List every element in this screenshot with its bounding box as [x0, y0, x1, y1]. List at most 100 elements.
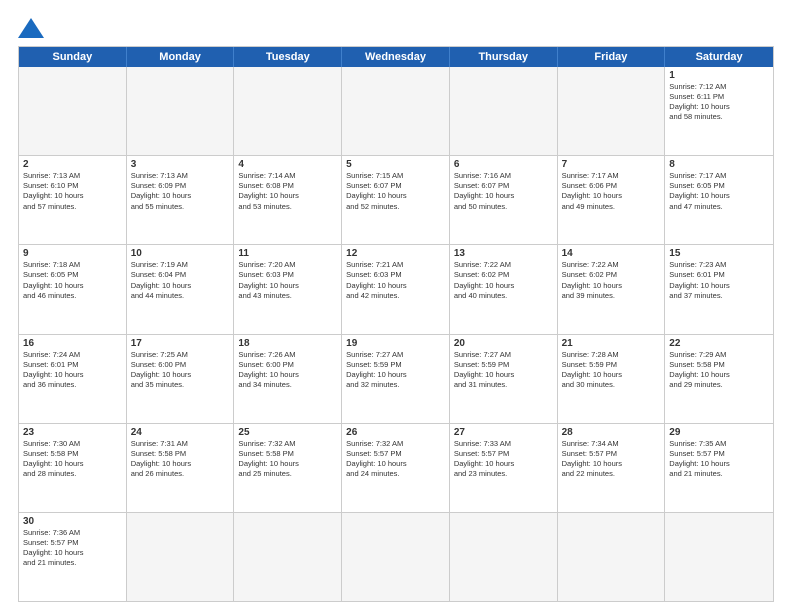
empty-cell [19, 67, 127, 155]
day-cell-7: 7Sunrise: 7:17 AM Sunset: 6:06 PM Daylig… [558, 156, 666, 244]
day-cell-16: 16Sunrise: 7:24 AM Sunset: 6:01 PM Dayli… [19, 335, 127, 423]
day-cell-3: 3Sunrise: 7:13 AM Sunset: 6:09 PM Daylig… [127, 156, 235, 244]
day-number: 6 [454, 159, 553, 170]
day-number: 10 [131, 248, 230, 259]
day-cell-2: 2Sunrise: 7:13 AM Sunset: 6:10 PM Daylig… [19, 156, 127, 244]
day-info: Sunrise: 7:22 AM Sunset: 6:02 PM Dayligh… [454, 260, 553, 301]
day-cell-19: 19Sunrise: 7:27 AM Sunset: 5:59 PM Dayli… [342, 335, 450, 423]
day-number: 12 [346, 248, 445, 259]
header-friday: Friday [558, 47, 666, 67]
day-info: Sunrise: 7:31 AM Sunset: 5:58 PM Dayligh… [131, 439, 230, 480]
day-cell-29: 29Sunrise: 7:35 AM Sunset: 5:57 PM Dayli… [665, 424, 773, 512]
day-number: 26 [346, 427, 445, 438]
empty-cell [127, 513, 235, 601]
day-info: Sunrise: 7:17 AM Sunset: 6:05 PM Dayligh… [669, 171, 769, 212]
day-cell-20: 20Sunrise: 7:27 AM Sunset: 5:59 PM Dayli… [450, 335, 558, 423]
day-info: Sunrise: 7:24 AM Sunset: 6:01 PM Dayligh… [23, 350, 122, 391]
header [18, 18, 774, 38]
day-number: 28 [562, 427, 661, 438]
day-info: Sunrise: 7:29 AM Sunset: 5:58 PM Dayligh… [669, 350, 769, 391]
empty-cell [558, 67, 666, 155]
day-number: 16 [23, 338, 122, 349]
day-info: Sunrise: 7:36 AM Sunset: 5:57 PM Dayligh… [23, 528, 122, 569]
day-number: 20 [454, 338, 553, 349]
day-number: 2 [23, 159, 122, 170]
day-number: 27 [454, 427, 553, 438]
day-info: Sunrise: 7:12 AM Sunset: 6:11 PM Dayligh… [669, 82, 769, 123]
empty-cell [450, 513, 558, 601]
day-number: 14 [562, 248, 661, 259]
empty-cell [342, 513, 450, 601]
day-info: Sunrise: 7:20 AM Sunset: 6:03 PM Dayligh… [238, 260, 337, 301]
day-number: 29 [669, 427, 769, 438]
day-info: Sunrise: 7:13 AM Sunset: 6:09 PM Dayligh… [131, 171, 230, 212]
day-cell-17: 17Sunrise: 7:25 AM Sunset: 6:00 PM Dayli… [127, 335, 235, 423]
day-info: Sunrise: 7:30 AM Sunset: 5:58 PM Dayligh… [23, 439, 122, 480]
header-sunday: Sunday [19, 47, 127, 67]
day-number: 30 [23, 516, 122, 527]
day-info: Sunrise: 7:23 AM Sunset: 6:01 PM Dayligh… [669, 260, 769, 301]
day-info: Sunrise: 7:14 AM Sunset: 6:08 PM Dayligh… [238, 171, 337, 212]
day-cell-22: 22Sunrise: 7:29 AM Sunset: 5:58 PM Dayli… [665, 335, 773, 423]
day-info: Sunrise: 7:16 AM Sunset: 6:07 PM Dayligh… [454, 171, 553, 212]
day-number: 25 [238, 427, 337, 438]
day-info: Sunrise: 7:27 AM Sunset: 5:59 PM Dayligh… [346, 350, 445, 391]
day-cell-14: 14Sunrise: 7:22 AM Sunset: 6:02 PM Dayli… [558, 245, 666, 333]
day-number: 23 [23, 427, 122, 438]
day-cell-11: 11Sunrise: 7:20 AM Sunset: 6:03 PM Dayli… [234, 245, 342, 333]
day-info: Sunrise: 7:32 AM Sunset: 5:57 PM Dayligh… [346, 439, 445, 480]
day-number: 1 [669, 70, 769, 81]
day-number: 19 [346, 338, 445, 349]
day-cell-18: 18Sunrise: 7:26 AM Sunset: 6:00 PM Dayli… [234, 335, 342, 423]
day-info: Sunrise: 7:21 AM Sunset: 6:03 PM Dayligh… [346, 260, 445, 301]
day-info: Sunrise: 7:17 AM Sunset: 6:06 PM Dayligh… [562, 171, 661, 212]
calendar-body: 1Sunrise: 7:12 AM Sunset: 6:11 PM Daylig… [19, 67, 773, 601]
day-cell-24: 24Sunrise: 7:31 AM Sunset: 5:58 PM Dayli… [127, 424, 235, 512]
calendar-week-1: 1Sunrise: 7:12 AM Sunset: 6:11 PM Daylig… [19, 67, 773, 156]
empty-cell [450, 67, 558, 155]
day-number: 4 [238, 159, 337, 170]
calendar-week-6: 30Sunrise: 7:36 AM Sunset: 5:57 PM Dayli… [19, 513, 773, 601]
day-cell-1: 1Sunrise: 7:12 AM Sunset: 6:11 PM Daylig… [665, 67, 773, 155]
empty-cell [558, 513, 666, 601]
day-number: 24 [131, 427, 230, 438]
day-number: 3 [131, 159, 230, 170]
header-saturday: Saturday [665, 47, 773, 67]
day-info: Sunrise: 7:27 AM Sunset: 5:59 PM Dayligh… [454, 350, 553, 391]
day-cell-23: 23Sunrise: 7:30 AM Sunset: 5:58 PM Dayli… [19, 424, 127, 512]
logo-triangle-icon [18, 18, 44, 38]
day-cell-15: 15Sunrise: 7:23 AM Sunset: 6:01 PM Dayli… [665, 245, 773, 333]
day-info: Sunrise: 7:19 AM Sunset: 6:04 PM Dayligh… [131, 260, 230, 301]
header-monday: Monday [127, 47, 235, 67]
day-number: 11 [238, 248, 337, 259]
header-wednesday: Wednesday [342, 47, 450, 67]
header-tuesday: Tuesday [234, 47, 342, 67]
empty-cell [127, 67, 235, 155]
day-info: Sunrise: 7:15 AM Sunset: 6:07 PM Dayligh… [346, 171, 445, 212]
day-info: Sunrise: 7:18 AM Sunset: 6:05 PM Dayligh… [23, 260, 122, 301]
header-thursday: Thursday [450, 47, 558, 67]
day-cell-13: 13Sunrise: 7:22 AM Sunset: 6:02 PM Dayli… [450, 245, 558, 333]
day-info: Sunrise: 7:28 AM Sunset: 5:59 PM Dayligh… [562, 350, 661, 391]
day-info: Sunrise: 7:35 AM Sunset: 5:57 PM Dayligh… [669, 439, 769, 480]
day-number: 21 [562, 338, 661, 349]
day-cell-12: 12Sunrise: 7:21 AM Sunset: 6:03 PM Dayli… [342, 245, 450, 333]
calendar-week-5: 23Sunrise: 7:30 AM Sunset: 5:58 PM Dayli… [19, 424, 773, 513]
empty-cell [234, 67, 342, 155]
day-number: 8 [669, 159, 769, 170]
day-info: Sunrise: 7:25 AM Sunset: 6:00 PM Dayligh… [131, 350, 230, 391]
day-info: Sunrise: 7:34 AM Sunset: 5:57 PM Dayligh… [562, 439, 661, 480]
day-cell-6: 6Sunrise: 7:16 AM Sunset: 6:07 PM Daylig… [450, 156, 558, 244]
day-cell-4: 4Sunrise: 7:14 AM Sunset: 6:08 PM Daylig… [234, 156, 342, 244]
day-cell-8: 8Sunrise: 7:17 AM Sunset: 6:05 PM Daylig… [665, 156, 773, 244]
day-cell-21: 21Sunrise: 7:28 AM Sunset: 5:59 PM Dayli… [558, 335, 666, 423]
day-cell-9: 9Sunrise: 7:18 AM Sunset: 6:05 PM Daylig… [19, 245, 127, 333]
empty-cell [665, 513, 773, 601]
day-number: 18 [238, 338, 337, 349]
day-info: Sunrise: 7:26 AM Sunset: 6:00 PM Dayligh… [238, 350, 337, 391]
day-cell-25: 25Sunrise: 7:32 AM Sunset: 5:58 PM Dayli… [234, 424, 342, 512]
day-info: Sunrise: 7:33 AM Sunset: 5:57 PM Dayligh… [454, 439, 553, 480]
day-cell-30: 30Sunrise: 7:36 AM Sunset: 5:57 PM Dayli… [19, 513, 127, 601]
day-number: 9 [23, 248, 122, 259]
day-number: 7 [562, 159, 661, 170]
